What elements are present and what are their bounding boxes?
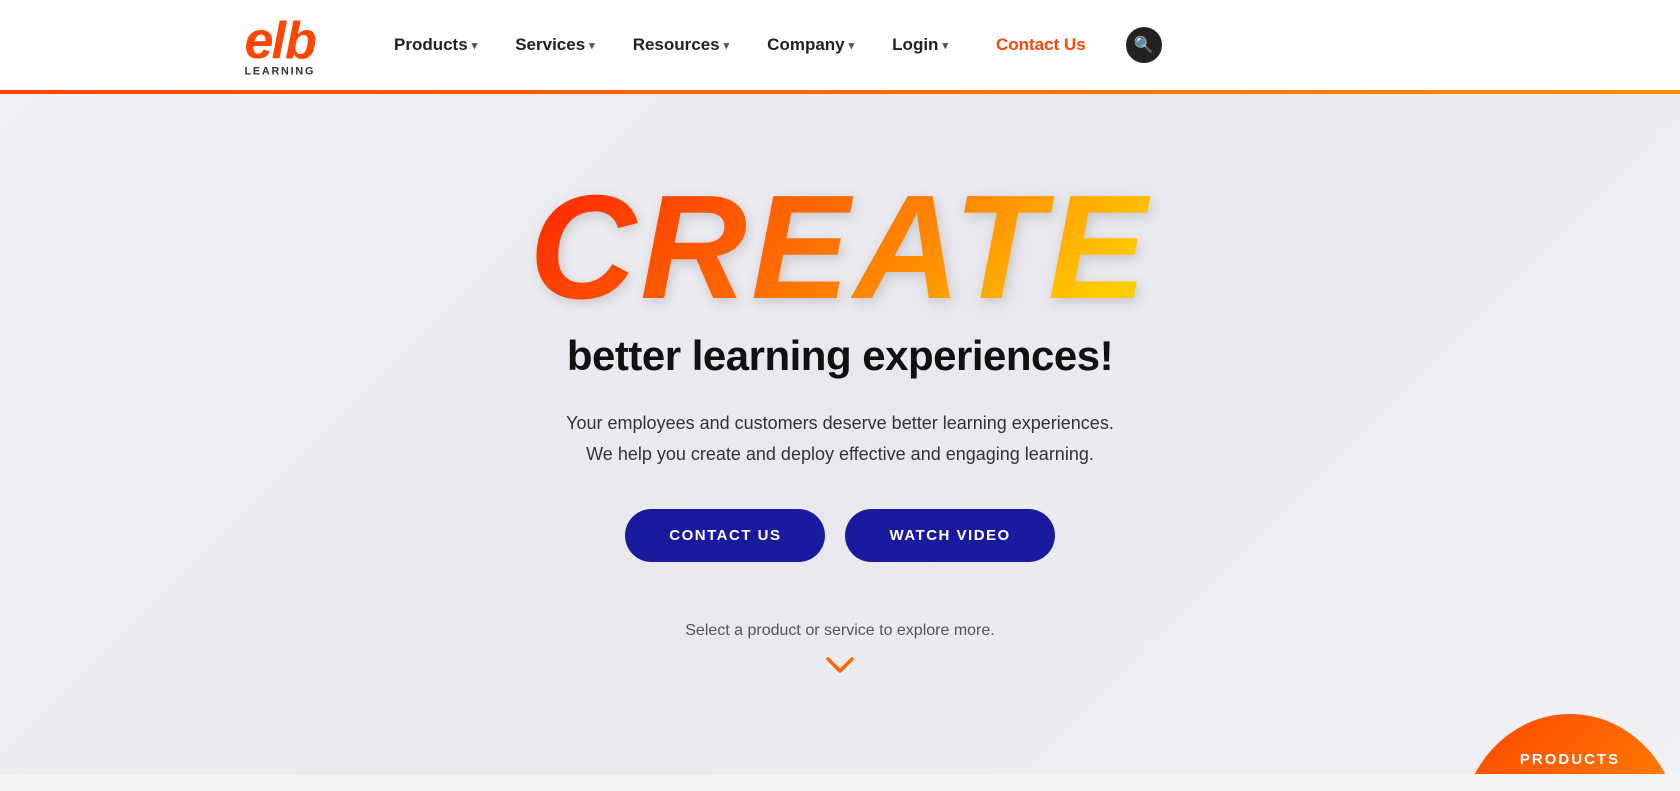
products-chevron-icon: ▾ <box>472 39 478 52</box>
nav-services[interactable]: Services ▾ <box>501 27 608 63</box>
watch-video-button[interactable]: WATCH VIDEO <box>845 509 1054 562</box>
nav-resources[interactable]: Resources ▾ <box>619 27 743 63</box>
resources-chevron-icon: ▾ <box>724 39 730 52</box>
hero-create-heading: CREATE <box>529 174 1151 322</box>
hero-explore-text: Select a product or service to explore m… <box>685 622 994 640</box>
products-peek: PRODUCTS <box>1460 714 1680 774</box>
logo[interactable]: e l b LEARNING <box>240 10 330 80</box>
products-oval[interactable]: PRODUCTS <box>1460 714 1680 774</box>
nav-products[interactable]: Products ▾ <box>380 27 491 63</box>
nav-login[interactable]: Login ▾ <box>878 27 962 63</box>
svg-text:LEARNING: LEARNING <box>245 65 316 77</box>
nav-links: Products ▾ Services ▾ Resources ▾ Compan… <box>380 27 1440 63</box>
nav-company[interactable]: Company ▾ <box>753 27 868 63</box>
nav-contact-us[interactable]: Contact Us <box>982 27 1100 63</box>
search-icon: 🔍 <box>1134 35 1154 55</box>
contact-us-button[interactable]: CONTACT US <box>625 509 825 562</box>
services-chevron-icon: ▾ <box>589 39 595 52</box>
hero-description: Your employees and customers deserve bet… <box>566 408 1114 469</box>
hero-subtitle: better learning experiences! <box>567 332 1113 380</box>
login-chevron-icon: ▾ <box>942 39 948 52</box>
company-chevron-icon: ▾ <box>849 39 855 52</box>
hero-buttons: CONTACT US WATCH VIDEO <box>625 509 1054 562</box>
search-button[interactable]: 🔍 <box>1126 27 1162 63</box>
scroll-down-chevron-icon[interactable] <box>824 650 856 682</box>
svg-text:e: e <box>245 12 274 70</box>
hero-section: CREATE better learning experiences! Your… <box>0 94 1680 774</box>
svg-text:b: b <box>285 12 317 70</box>
products-oval-label: PRODUCTS <box>1520 751 1620 768</box>
navbar: e l b LEARNING Products ▾ Services ▾ Res… <box>0 0 1680 90</box>
